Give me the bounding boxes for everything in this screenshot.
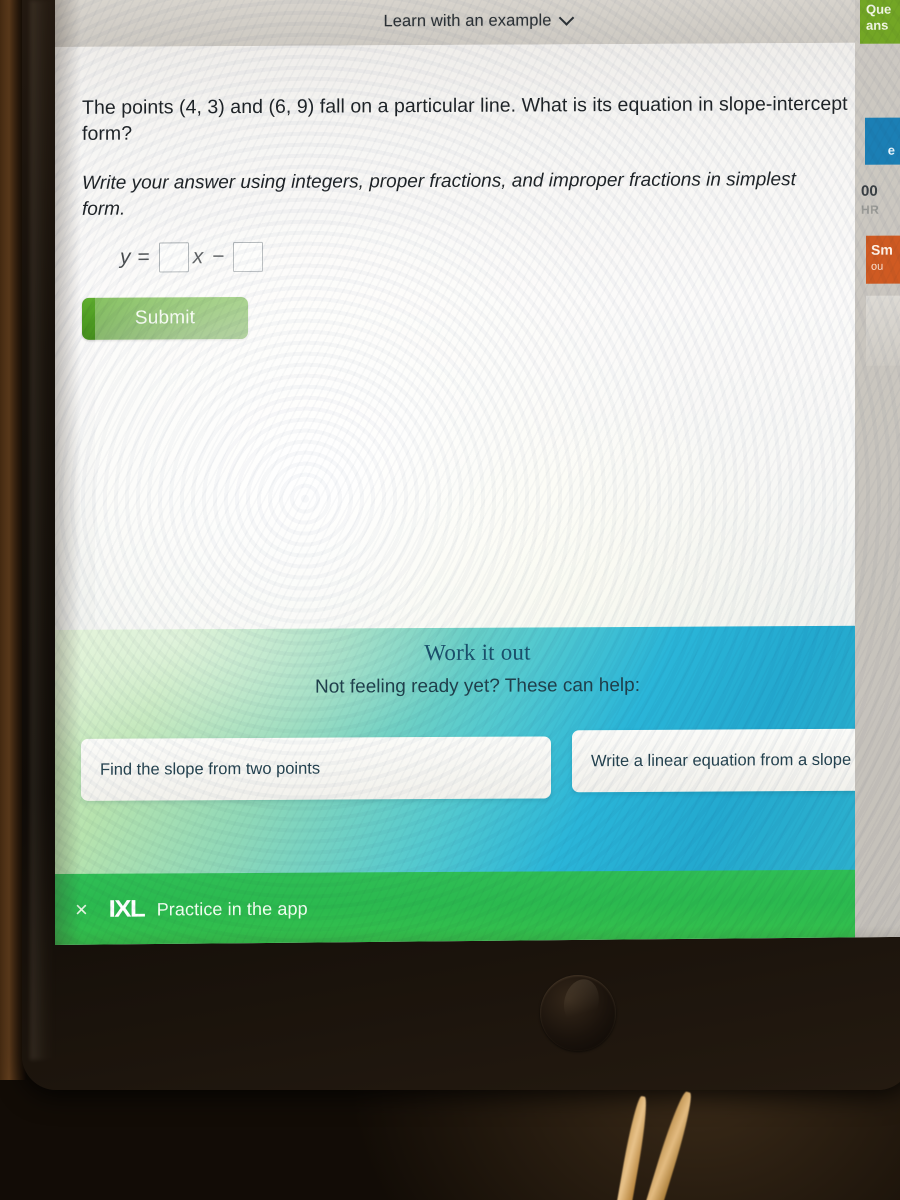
equation-x-variable: x bbox=[192, 245, 204, 269]
elapsed-timer: 00 HR bbox=[861, 182, 900, 220]
help-card-label: Find the slope from two points bbox=[100, 759, 321, 779]
app-promo-text[interactable]: Practice in the app bbox=[157, 898, 308, 920]
close-icon[interactable]: × bbox=[67, 895, 96, 925]
help-card-list: Find the slope from two points Write a l… bbox=[55, 728, 900, 815]
smartscore-label: Sm bbox=[871, 241, 893, 258]
home-button[interactable] bbox=[540, 975, 616, 1051]
work-it-out-title: Work it out bbox=[424, 639, 531, 666]
smartscore-badge: Sm ou bbox=[866, 235, 900, 284]
intercept-input[interactable] bbox=[232, 241, 263, 273]
tablet-screen: Learn with an example The points (4, 3) … bbox=[55, 0, 900, 946]
ixl-logo: IXL bbox=[108, 895, 145, 923]
sidebar-panel bbox=[866, 295, 900, 366]
app-promo-banner: × IXL Practice in the app bbox=[55, 869, 900, 946]
smartscore-sublabel: ou bbox=[871, 260, 884, 273]
question-instruction: Write your answer using integers, proper… bbox=[82, 169, 796, 220]
bezel-glare bbox=[30, 0, 56, 1060]
timer-value: 00 bbox=[861, 182, 878, 200]
questions-answered-label: Que ans bbox=[866, 1, 892, 33]
equation-equals: = bbox=[137, 245, 150, 269]
question-panel: The points (4, 3) and (6, 9) fall on a p… bbox=[55, 42, 900, 806]
score-badge: e bbox=[865, 117, 900, 165]
tab-label: Learn with an example bbox=[383, 11, 552, 31]
help-card-write-linear-equation[interactable]: Write a linear equation from a slope and… bbox=[572, 728, 900, 793]
equation-operator: − bbox=[212, 245, 225, 269]
work-it-out-subtitle: Not feeling ready yet? These can help: bbox=[315, 674, 640, 698]
submit-button[interactable]: Submit bbox=[82, 296, 248, 340]
equation-lhs: y bbox=[120, 245, 131, 269]
score-badge-label: e bbox=[887, 142, 895, 158]
questions-answered-badge: Que ans bbox=[860, 0, 900, 44]
timer-unit: HR bbox=[861, 202, 880, 217]
browser-viewport: Learn with an example The points (4, 3) … bbox=[55, 0, 900, 946]
tab-learn-with-an-example[interactable]: Learn with an example bbox=[383, 10, 574, 31]
cable-one bbox=[604, 1095, 651, 1200]
help-card-label: Write a linear equation from a slope and… bbox=[591, 750, 898, 770]
help-card-find-slope[interactable]: Find the slope from two points bbox=[81, 736, 551, 801]
slope-input[interactable] bbox=[158, 242, 189, 273]
answer-equation: y = x − bbox=[120, 241, 263, 273]
right-sidebar: Que ans e 00 HR Sm ou bbox=[855, 0, 900, 946]
chevron-down-icon[interactable] bbox=[558, 10, 574, 26]
page-header: Learn with an example bbox=[55, 0, 900, 48]
question-prompt: The points (4, 3) and (6, 9) fall on a p… bbox=[82, 92, 848, 145]
tablet-photo: Learn with an example The points (4, 3) … bbox=[0, 0, 900, 1200]
work-it-out-section: Work it out Not feeling ready yet? These… bbox=[55, 625, 900, 880]
